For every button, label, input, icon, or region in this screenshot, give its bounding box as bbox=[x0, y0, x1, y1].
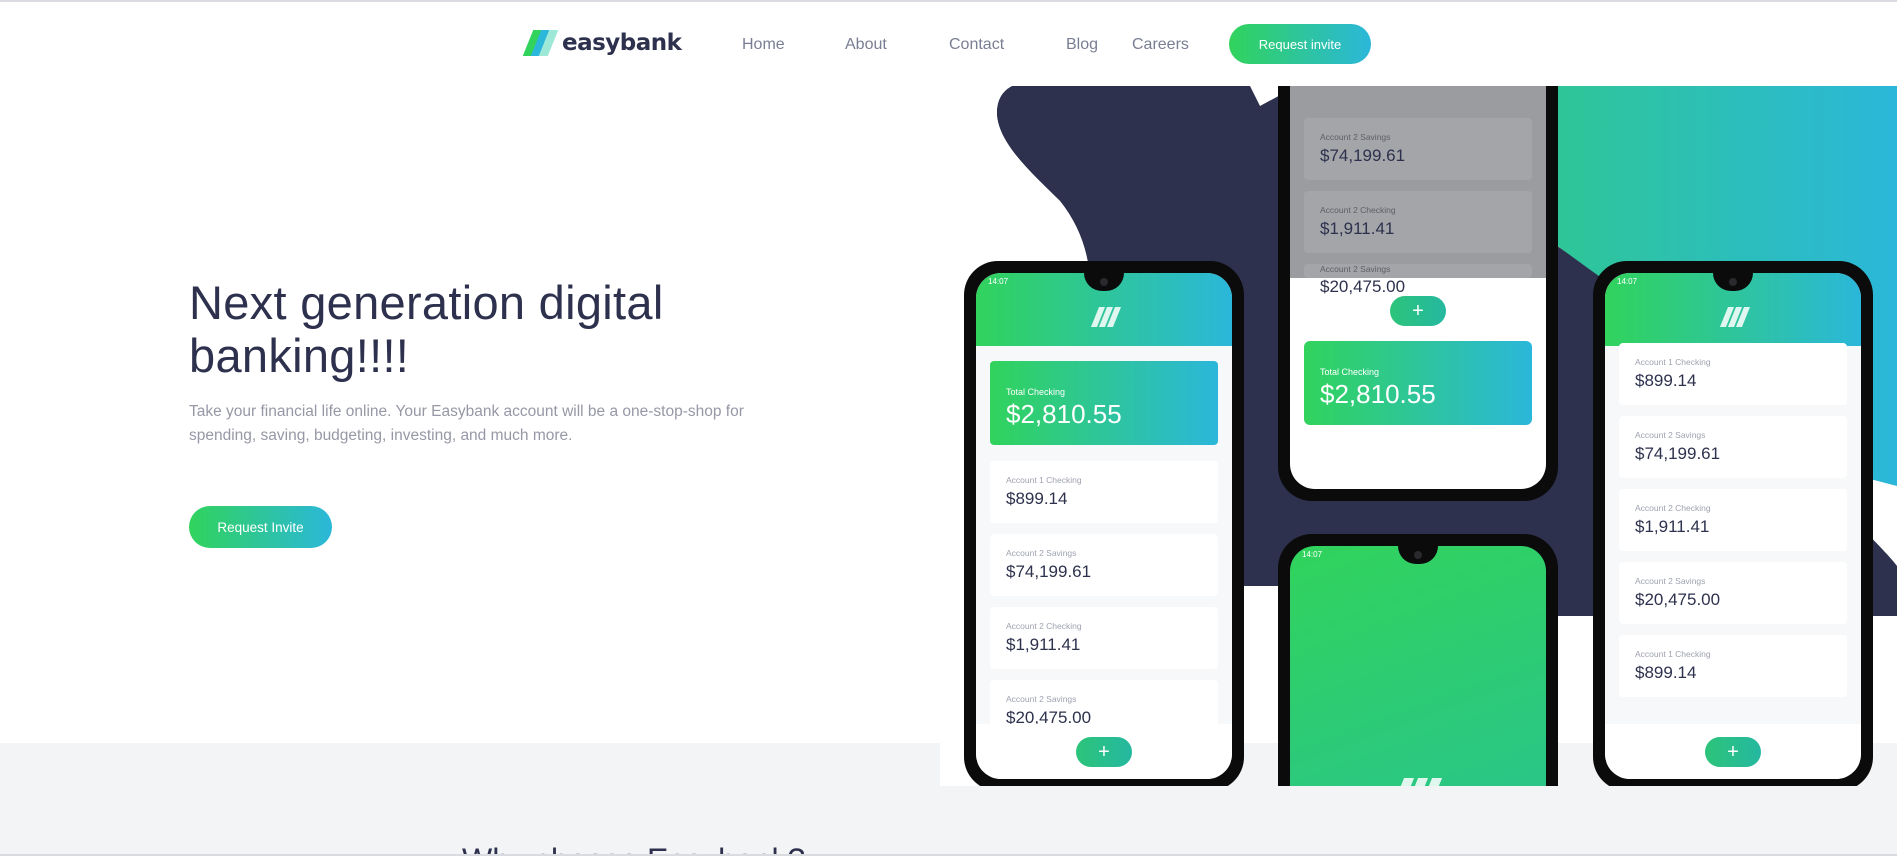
account-label: Account 2 Checking bbox=[1635, 503, 1711, 513]
phone-left-screen: 14:07 Total Checking $2,810.55 Account 1… bbox=[976, 273, 1232, 779]
account-label: Account 2 Savings bbox=[1635, 576, 1706, 586]
account-value: $74,199.61 bbox=[1320, 146, 1406, 165]
account-value: $1,911.41 bbox=[1006, 635, 1081, 654]
plus-icon: + bbox=[1098, 741, 1110, 763]
hero-title: Next generation digital banking!!!! bbox=[189, 276, 664, 382]
account-label: Account 2 Savings bbox=[1006, 694, 1077, 704]
total-label: Total Checking bbox=[1006, 387, 1066, 397]
account-label: Account 1 Checking bbox=[1635, 357, 1711, 367]
plus-icon: + bbox=[1412, 300, 1424, 322]
phone-top-screen: Account 2 Savings $74,199.61 Account 2 C… bbox=[1290, 86, 1546, 489]
account-card: Account 1 Checking $899.14 bbox=[990, 461, 1218, 523]
phone-top: Account 2 Savings $74,199.61 Account 2 C… bbox=[1278, 86, 1558, 501]
phone-bottom-screen: 14:07 bbox=[1290, 546, 1546, 786]
account-value: $74,199.61 bbox=[1006, 562, 1092, 581]
total-checking-card: Total Checking $2,810.55 bbox=[1304, 341, 1532, 425]
phone-right: 14:07 Account 1 Checking $899.14 Account… bbox=[1593, 261, 1873, 786]
account-card: Account 2 Savings $74,199.61 bbox=[1304, 118, 1532, 180]
account-card: Account 1 Checking $899.14 bbox=[1619, 343, 1847, 405]
status-time: 14:07 bbox=[988, 277, 1009, 286]
account-card: Account 2 Checking $1,911.41 bbox=[1304, 191, 1532, 253]
page: easybank Home About Contact Blog Careers… bbox=[0, 0, 1897, 856]
status-time: 14:07 bbox=[1302, 550, 1323, 559]
total-label: Total Checking bbox=[1320, 367, 1380, 377]
logo[interactable]: easybank bbox=[522, 30, 682, 56]
account-card: Account 2 Savings $20,475.00 bbox=[1304, 264, 1532, 296]
phone-notch bbox=[1398, 546, 1438, 564]
account-label: Account 2 Savings bbox=[1006, 548, 1077, 558]
account-value: $1,911.41 bbox=[1320, 219, 1395, 238]
total-value: $2,810.55 bbox=[1006, 399, 1122, 429]
account-label: Account 2 Checking bbox=[1006, 621, 1082, 631]
nav-about[interactable]: About bbox=[845, 36, 887, 54]
plus-icon: + bbox=[1727, 741, 1739, 763]
phone-bottom: 14:07 bbox=[1278, 534, 1558, 786]
status-time: 14:07 bbox=[1617, 277, 1638, 286]
total-value: $2,810.55 bbox=[1320, 379, 1436, 409]
nav-blog[interactable]: Blog bbox=[1066, 36, 1098, 54]
nav-careers[interactable]: Careers bbox=[1132, 36, 1189, 54]
app-logo-icon bbox=[1718, 307, 1751, 327]
request-invite-button[interactable]: Request invite bbox=[1229, 24, 1371, 64]
account-value: $899.14 bbox=[1635, 663, 1697, 682]
site-header: easybank Home About Contact Blog Careers… bbox=[0, 2, 1897, 86]
account-value: $74,199.61 bbox=[1635, 444, 1721, 463]
add-button: + bbox=[1705, 737, 1761, 767]
account-label: Account 2 Checking bbox=[1320, 205, 1396, 215]
account-card: Account 2 Savings $20,475.00 bbox=[1619, 562, 1847, 624]
account-card: Account 2 Savings $74,199.61 bbox=[990, 534, 1218, 596]
phone-right-screen: 14:07 Account 1 Checking $899.14 Account… bbox=[1605, 273, 1861, 779]
account-value: $899.14 bbox=[1635, 371, 1697, 390]
account-card: Account 1 Checking $899.14 bbox=[1619, 635, 1847, 697]
add-button: + bbox=[1390, 296, 1446, 326]
account-card: Account 2 Checking $1,911.41 bbox=[1619, 489, 1847, 551]
account-value: $899.14 bbox=[1006, 489, 1068, 508]
nav-home[interactable]: Home bbox=[742, 36, 785, 54]
account-card: Account 2 Checking $1,911.41 bbox=[990, 607, 1218, 669]
total-checking-card: Total Checking $2,810.55 bbox=[990, 361, 1218, 445]
account-value: $1,911.41 bbox=[1635, 517, 1710, 536]
phone-left: 14:07 Total Checking $2,810.55 Account 1… bbox=[964, 261, 1244, 786]
add-button: + bbox=[1076, 737, 1132, 767]
hero-illustration: 14:07 Total Checking $2,810.55 Account 1… bbox=[940, 86, 1897, 786]
nav-contact[interactable]: Contact bbox=[949, 36, 1004, 54]
app-logo-icon bbox=[1089, 307, 1122, 327]
logo-mark-icon bbox=[522, 30, 559, 56]
account-card: Account 2 Savings $74,199.61 bbox=[1619, 416, 1847, 478]
logo-text: easybank bbox=[562, 30, 682, 56]
account-label: Account 2 Savings bbox=[1320, 264, 1391, 274]
hero-subtitle: Take your financial life online. Your Ea… bbox=[189, 403, 744, 444]
account-value: $20,475.00 bbox=[1635, 590, 1721, 609]
account-label: Account 1 Checking bbox=[1635, 649, 1711, 659]
account-label: Account 1 Checking bbox=[1006, 475, 1082, 485]
hero-request-invite-button[interactable]: Request Invite bbox=[189, 506, 332, 548]
account-label: Account 2 Savings bbox=[1635, 430, 1706, 440]
app-logo-icon bbox=[1388, 778, 1448, 786]
account-label: Account 2 Savings bbox=[1320, 132, 1391, 142]
account-value: $20,475.00 bbox=[1320, 277, 1406, 296]
